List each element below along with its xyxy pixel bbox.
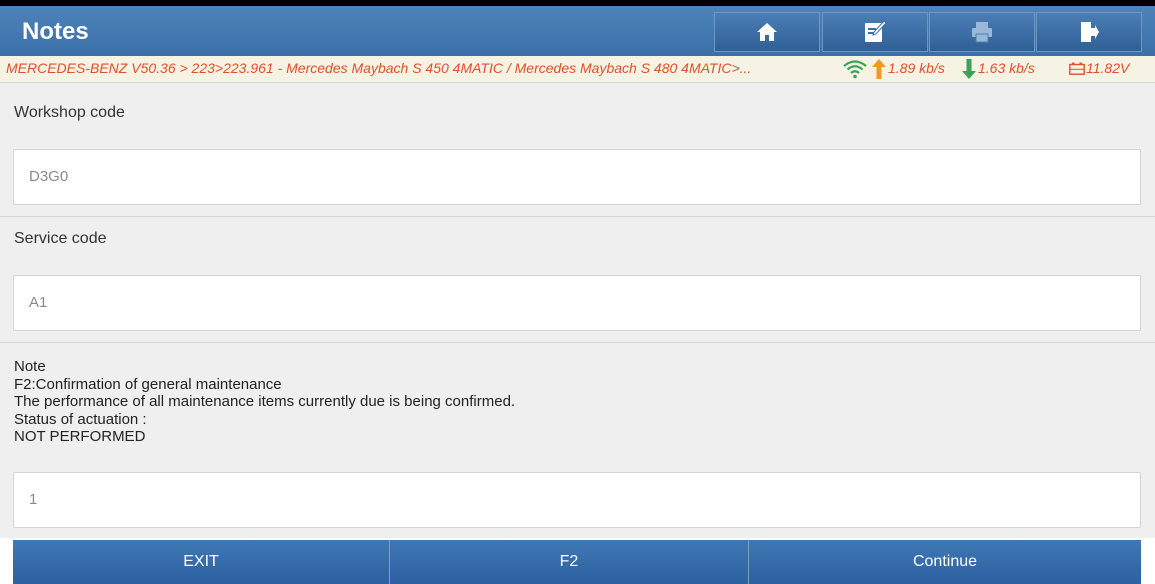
exit-app-button[interactable] <box>1036 12 1142 52</box>
print-icon <box>971 21 993 43</box>
workshop-code-value: D3G0 <box>29 168 69 185</box>
note-input-value: 1 <box>29 491 38 508</box>
exit-button[interactable]: EXIT <box>13 540 390 584</box>
home-button[interactable] <box>714 12 820 52</box>
footer-buttons: EXIT F2 Continue <box>13 540 1141 584</box>
download-speed: 1.63 kb/s <box>978 60 1035 76</box>
note-text: Note F2:Confirmation of general maintena… <box>14 358 515 446</box>
divider <box>0 342 1155 343</box>
note-function: F2:Confirmation of general maintenance <box>14 375 282 393</box>
f2-button[interactable]: F2 <box>390 540 749 584</box>
continue-button[interactable]: Continue <box>749 540 1141 584</box>
vehicle-path: MERCEDES-BENZ V50.36 > 223>223.961 - Mer… <box>6 60 752 76</box>
divider <box>0 216 1155 217</box>
note-status-label: Status of actuation : <box>14 410 147 428</box>
exit-door-icon <box>1078 21 1100 43</box>
edit-icon <box>863 20 887 44</box>
content-area: Workshop code D3G0 Service code A1 Note … <box>0 83 1155 538</box>
battery-icon <box>1069 62 1085 78</box>
home-icon <box>756 22 778 42</box>
note-heading: Note <box>14 358 46 375</box>
workshop-code-label: Workshop code <box>14 104 125 121</box>
upload-arrow-icon <box>872 59 886 82</box>
wifi-icon <box>842 59 868 82</box>
workshop-code-field[interactable]: D3G0 <box>13 149 1141 205</box>
vehicle-info-bar: MERCEDES-BENZ V50.36 > 223>223.961 - Mer… <box>0 56 1155 83</box>
title-bar: Notes <box>0 6 1155 56</box>
service-code-field[interactable]: A1 <box>13 275 1141 331</box>
print-button[interactable] <box>929 12 1035 52</box>
note-input-field[interactable]: 1 <box>13 472 1141 528</box>
service-code-label: Service code <box>14 230 107 247</box>
note-description: The performance of all maintenance items… <box>14 393 516 410</box>
battery-voltage: 11.82V <box>1086 60 1130 76</box>
edit-button[interactable] <box>822 12 928 52</box>
page-title: Notes <box>22 18 89 45</box>
download-arrow-icon <box>962 59 976 82</box>
upload-speed: 1.89 kb/s <box>888 60 945 76</box>
note-status-value: NOT PERFORMED <box>14 428 146 445</box>
service-code-value: A1 <box>29 294 48 311</box>
